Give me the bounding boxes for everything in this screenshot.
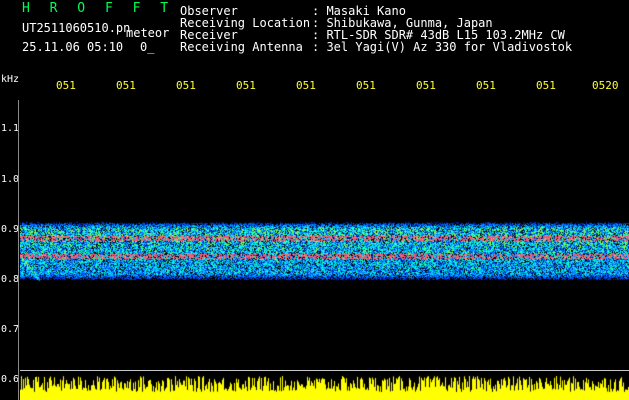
x-tick-label: 0520 <box>592 79 619 92</box>
y-tick-label: 0.7 <box>1 324 20 335</box>
x-tick-label: 051 <box>476 79 496 92</box>
spectrogram <box>20 100 629 400</box>
x-tick-label: 051 <box>356 79 376 92</box>
y-tick-label: 0.6 <box>1 374 20 385</box>
noise-threshold-line <box>20 370 629 371</box>
x-tick-label: 051 <box>176 79 196 92</box>
y-axis-unit: kHz <box>1 74 20 85</box>
x-tick-label: 051 <box>416 79 436 92</box>
file-name: UT2511060510.pn <box>22 21 131 35</box>
y-tick-label: 0.8 <box>1 274 20 285</box>
x-tick-label: 051 <box>56 79 76 92</box>
date-time: 25.11.06 05:10 <box>22 40 124 54</box>
app-title: H R O F F T <box>22 1 175 16</box>
value-antenna: : 3el Yagi(V) Az 330 for Vladivostok <box>312 40 573 54</box>
meteor-label: meteor <box>126 26 170 40</box>
hrofft-window: H R O F F T UT2511060510.pn meteor 25.11… <box>0 0 629 400</box>
y-tick-label: 1.1 <box>1 123 20 134</box>
x-tick-label: 051 <box>296 79 316 92</box>
y-tick-label: 0.9 <box>1 224 20 235</box>
x-tick-label: 051 <box>536 79 556 92</box>
x-tick-label: 051 <box>236 79 256 92</box>
x-tick-label: 051 <box>116 79 136 92</box>
meteor-count: 0_ <box>140 40 155 54</box>
axis-separator <box>18 100 19 400</box>
y-tick-label: 1.0 <box>1 174 20 185</box>
label-antenna: Receiving Antenna <box>180 40 303 54</box>
